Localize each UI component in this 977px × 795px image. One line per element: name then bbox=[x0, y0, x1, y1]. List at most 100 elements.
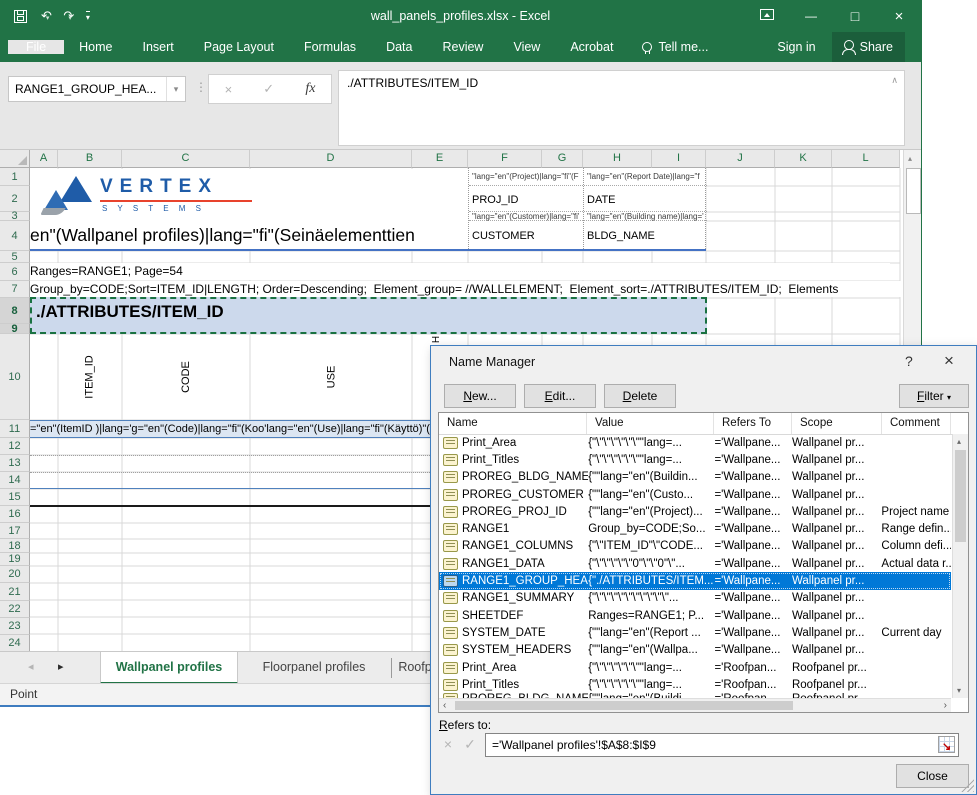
rotated-header-use[interactable]: USE bbox=[291, 336, 371, 418]
column-header[interactable]: D bbox=[250, 150, 412, 168]
scrollbar-thumb[interactable] bbox=[955, 450, 966, 542]
row-header[interactable]: 24 bbox=[0, 635, 30, 652]
edit-button[interactable]: Edit... bbox=[524, 384, 596, 408]
ribbon-tab[interactable]: Data bbox=[371, 40, 427, 54]
cancel-formula-icon[interactable]: × bbox=[225, 82, 233, 97]
row-header[interactable]: 2 bbox=[0, 186, 30, 212]
selected-range-a8-i9[interactable]: ./ATTRIBUTES/ITEM_ID bbox=[30, 297, 707, 334]
name-row[interactable]: Print_Area {"\"\"\"\"\"\""lang=... ='Wal… bbox=[439, 434, 951, 451]
cell-f3[interactable]: "lang="en"(Customer)|lang="fi' bbox=[472, 212, 582, 221]
sheet-tab-roofpanel[interactable]: Roofp bbox=[398, 652, 432, 684]
row-header[interactable]: 7 bbox=[0, 281, 30, 298]
row-header[interactable]: 5 bbox=[0, 251, 30, 263]
column-header[interactable]: J bbox=[706, 150, 775, 168]
save-icon[interactable] bbox=[14, 10, 27, 23]
name-row[interactable]: Print_Titles {"\"\"\"\"\"\""lang=... ='R… bbox=[439, 676, 951, 693]
column-header-cell[interactable]: Value bbox=[587, 413, 714, 434]
cell-f2[interactable]: PROJ_ID bbox=[472, 194, 518, 206]
name-row[interactable]: RANGE1_SUMMARY {"\"\"\"\"\"\"\"\"\"\"...… bbox=[439, 590, 951, 607]
undo-button[interactable]: ↶▾ bbox=[41, 7, 49, 25]
name-row[interactable]: SYSTEM_HEADERS {""lang="en"(Wallpa... ='… bbox=[439, 642, 951, 659]
name-row[interactable]: RANGE1_GROUP_HEA... {"./ATTRIBUTES/ITEM.… bbox=[439, 572, 951, 589]
name-row[interactable]: SHEETDEF Ranges=RANGE1; P... ='Wallpane.… bbox=[439, 607, 951, 624]
redo-dropdown-icon[interactable]: ▾ bbox=[68, 15, 72, 22]
share-button[interactable]: Share bbox=[832, 32, 905, 62]
formula-input[interactable]: ./ATTRIBUTES/ITEM_ID∧ bbox=[338, 70, 905, 146]
new-button[interactable]: New... bbox=[444, 384, 516, 408]
dialog-close-icon[interactable]: × bbox=[944, 351, 954, 371]
cell-a6[interactable]: Ranges=RANGE1; Page=54 bbox=[30, 263, 890, 280]
close-button[interactable]: × bbox=[877, 8, 921, 25]
ribbon-tab[interactable]: Insert bbox=[128, 40, 189, 54]
filter-button[interactable]: Filter ▾ bbox=[899, 384, 969, 408]
minimize-button[interactable]: — bbox=[789, 9, 833, 23]
name-row[interactable]: RANGE1 Group_by=CODE;So... ='Wallpane...… bbox=[439, 520, 951, 537]
scrollbar-thumb[interactable] bbox=[906, 168, 921, 214]
ribbon-tab[interactable]: Review bbox=[427, 40, 498, 54]
row-header[interactable]: 22 bbox=[0, 601, 30, 618]
column-header[interactable]: I bbox=[652, 150, 706, 168]
close-dialog-button[interactable]: Close bbox=[896, 764, 969, 788]
column-header[interactable]: E bbox=[412, 150, 468, 168]
ribbon-tab[interactable]: View bbox=[498, 40, 555, 54]
dialog-help-icon[interactable]: ? bbox=[905, 353, 913, 369]
row-header[interactable]: 11 bbox=[0, 420, 30, 438]
row-header[interactable]: 14 bbox=[0, 472, 30, 489]
row-header[interactable]: 17 bbox=[0, 523, 30, 539]
cell-h3[interactable]: "lang="en"(Building name)|lang=' bbox=[587, 212, 705, 221]
row-header[interactable]: 12 bbox=[0, 438, 30, 455]
collapse-dialog-range-icon[interactable] bbox=[938, 736, 955, 753]
scroll-left-icon[interactable]: ‹ bbox=[443, 699, 446, 712]
scroll-up-icon[interactable]: ▴ bbox=[957, 437, 961, 446]
rotated-header-code[interactable]: CODE bbox=[146, 336, 226, 418]
cell-h2[interactable]: DATE bbox=[587, 194, 616, 206]
scrollbar-thumb[interactable] bbox=[455, 701, 793, 710]
name-row[interactable]: PROREG_PROJ_ID {""lang="en"(Project)... … bbox=[439, 503, 951, 520]
row-header[interactable]: 8 bbox=[0, 298, 30, 324]
redo-button[interactable]: ↷▾ bbox=[63, 7, 71, 25]
row-header[interactable]: 18 bbox=[0, 539, 30, 553]
name-box-dropdown-icon[interactable]: ▾ bbox=[166, 77, 185, 101]
select-all-corner[interactable] bbox=[0, 150, 30, 168]
row-header[interactable]: 19 bbox=[0, 553, 30, 566]
column-header[interactable]: C bbox=[122, 150, 250, 168]
column-header[interactable]: L bbox=[832, 150, 900, 168]
column-header[interactable]: B bbox=[58, 150, 122, 168]
ribbon-tab[interactable]: Page Layout bbox=[189, 40, 289, 54]
column-header[interactable]: A bbox=[30, 150, 58, 168]
column-header[interactable]: G bbox=[542, 150, 583, 168]
name-row[interactable]: RANGE1_DATA {"\"\"\"\"\"0"\"\"0"\"... ='… bbox=[439, 555, 951, 572]
row-header[interactable]: 3 bbox=[0, 212, 30, 221]
row-header[interactable]: 15 bbox=[0, 489, 30, 506]
tell-me-box[interactable]: Tell me... bbox=[642, 40, 708, 54]
delete-button[interactable]: Delete bbox=[604, 384, 676, 408]
name-box[interactable]: RANGE1_GROUP_HEA...▾ bbox=[8, 76, 186, 102]
undo-dropdown-icon[interactable]: ▾ bbox=[46, 15, 50, 22]
names-vertical-scrollbar[interactable]: ▴ ▾ bbox=[952, 434, 968, 698]
row-header[interactable]: 16 bbox=[0, 506, 30, 523]
row-header[interactable]: 6 bbox=[0, 263, 30, 281]
row-header[interactable]: 4 bbox=[0, 221, 30, 251]
names-horizontal-scrollbar[interactable]: ‹ › bbox=[439, 698, 951, 712]
scroll-down-icon[interactable]: ▾ bbox=[957, 686, 961, 695]
name-row[interactable]: SYSTEM_DATE {""lang="en"(Report ... ='Wa… bbox=[439, 624, 951, 641]
cell-f4[interactable]: CUSTOMER bbox=[472, 230, 535, 242]
column-header-cell[interactable]: Name bbox=[439, 413, 587, 434]
customize-qat-icon[interactable]: ▾ bbox=[86, 11, 90, 22]
collapse-formula-bar-icon[interactable]: ∧ bbox=[891, 75, 898, 86]
ribbon-display-options-button[interactable] bbox=[745, 9, 789, 23]
maximize-button[interactable]: □ bbox=[833, 8, 877, 24]
scroll-up-icon[interactable]: ▴ bbox=[908, 154, 912, 163]
column-header-cell[interactable]: Scope bbox=[792, 413, 882, 434]
name-row[interactable]: RANGE1_COLUMNS {"\"ITEM_ID"\"CODE... ='W… bbox=[439, 538, 951, 555]
row-header[interactable]: 9 bbox=[0, 324, 30, 334]
ribbon-tab[interactable]: File bbox=[8, 40, 64, 54]
ribbon-tab[interactable]: Home bbox=[64, 40, 127, 54]
row-header[interactable]: 20 bbox=[0, 566, 30, 583]
column-header-cell[interactable]: Comment bbox=[882, 413, 951, 434]
cell-f1[interactable]: "lang="en"(Project)|lang="fi"(F bbox=[472, 172, 582, 181]
column-header[interactable]: F bbox=[468, 150, 542, 168]
refers-to-input[interactable]: ='Wallpanel profiles'!$A$8:$I$9 bbox=[485, 733, 959, 757]
column-header-cell[interactable]: Refers To bbox=[714, 413, 792, 434]
insert-function-icon[interactable]: fx bbox=[305, 81, 315, 97]
